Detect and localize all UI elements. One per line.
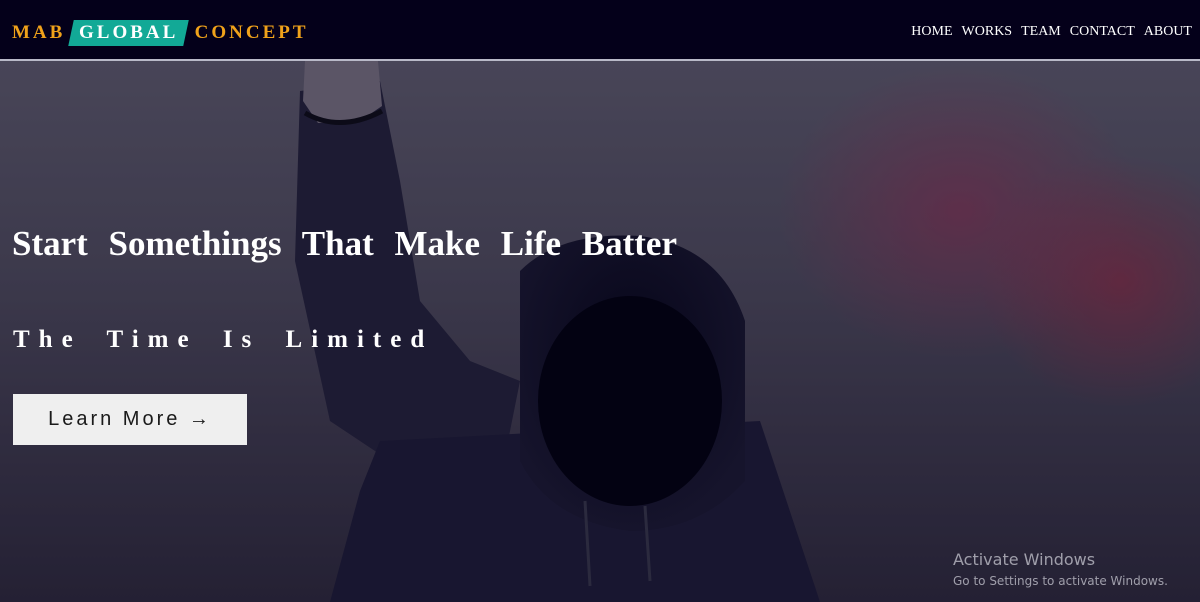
brand-logo[interactable]: MAB GLOBAL CONCEPT	[12, 20, 309, 46]
hero-headline: Start Somethings That Make Life Batter	[12, 224, 677, 264]
logo-text-mab: MAB	[12, 22, 66, 43]
nav-home[interactable]: HOME	[911, 24, 952, 40]
main-nav: HOME WORKS TEAM CONTACT ABOUT	[911, 24, 1192, 40]
nav-works[interactable]: WORKS	[962, 24, 1013, 40]
watermark-subtitle: Go to Settings to activate Windows.	[953, 574, 1168, 588]
logo-text-global-label: GLOBAL	[79, 22, 179, 43]
nav-contact[interactable]: CONTACT	[1070, 24, 1135, 40]
hero-banner: Start Somethings That Make Life Batter T…	[0, 61, 1200, 602]
logo-text-concept: CONCEPT	[194, 22, 309, 43]
nav-about[interactable]: ABOUT	[1144, 24, 1192, 40]
learn-more-button[interactable]: Learn More →	[13, 394, 247, 445]
activate-windows-watermark: Activate Windows Go to Settings to activ…	[953, 548, 1168, 590]
logo-text-global: GLOBAL	[68, 20, 190, 46]
top-navbar: MAB GLOBAL CONCEPT HOME WORKS TEAM CONTA…	[0, 0, 1200, 61]
hero-subheadline: The Time Is Limited	[13, 325, 434, 353]
watermark-title: Activate Windows	[953, 550, 1096, 569]
nav-team[interactable]: TEAM	[1021, 24, 1061, 40]
